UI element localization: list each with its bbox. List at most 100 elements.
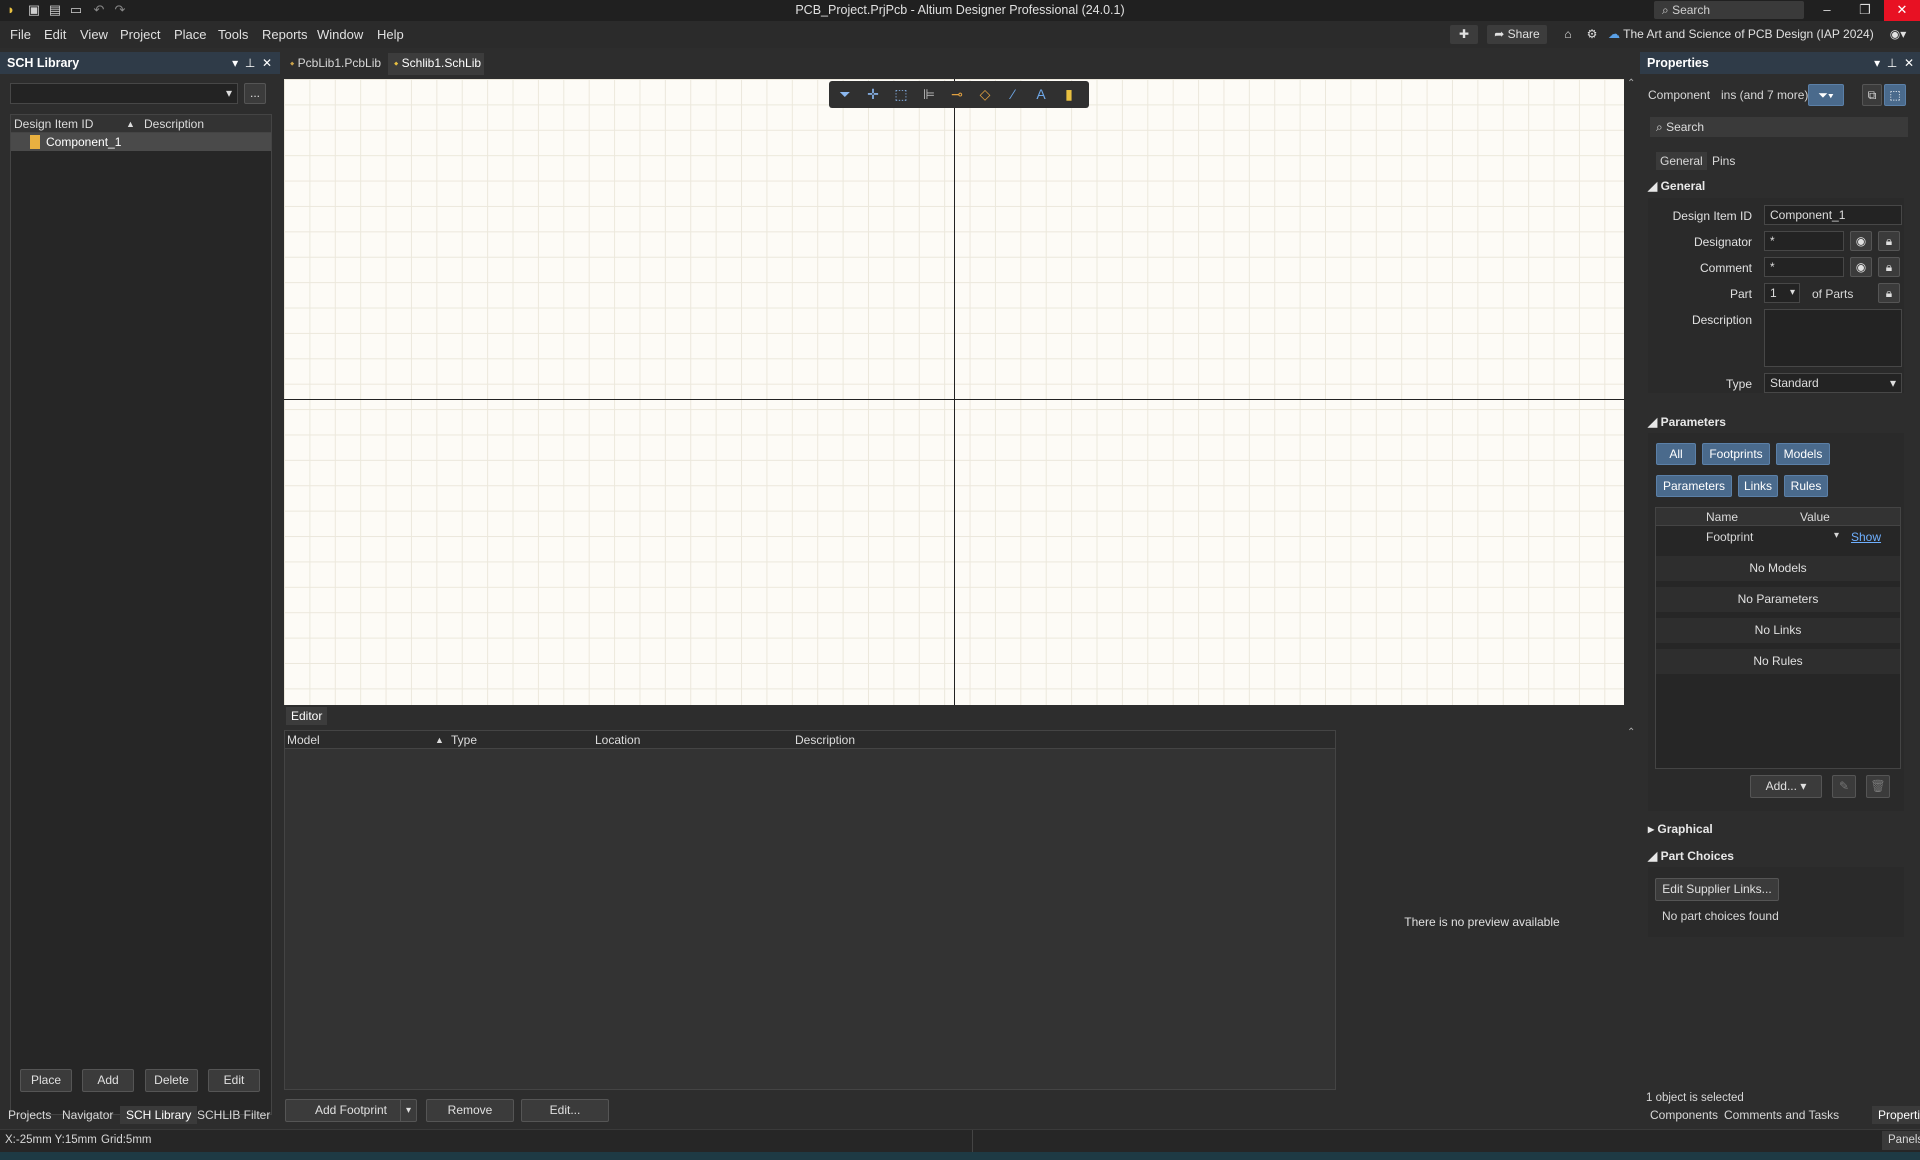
design-item-id-field[interactable]: Component_1 bbox=[1764, 205, 1902, 225]
description-field[interactable] bbox=[1764, 309, 1902, 367]
filter-icon[interactable]: ⏷ bbox=[835, 85, 855, 103]
menu-place[interactable]: Place bbox=[174, 27, 207, 42]
filter-icon[interactable]: ⏷▾ bbox=[1808, 84, 1844, 106]
col-value[interactable]: Value bbox=[1800, 508, 1830, 526]
place-ieee-icon[interactable]: ◇ bbox=[975, 85, 995, 103]
tab-pcblib[interactable]: ⬩ PcbLib1.PcbLib bbox=[284, 53, 386, 75]
close-button[interactable]: ✕ bbox=[1884, 0, 1920, 21]
align-icon[interactable]: ⊫ bbox=[919, 85, 939, 103]
workspace-selector[interactable]: ☁ The Art and Science of PCB Design (IAP… bbox=[1608, 25, 1902, 44]
list-item[interactable]: Component_1 bbox=[11, 133, 271, 151]
menu-window[interactable]: Window bbox=[317, 27, 363, 42]
place-text-icon[interactable]: A bbox=[1031, 85, 1051, 103]
menu-view[interactable]: View bbox=[80, 27, 108, 42]
add-button[interactable]: Add bbox=[82, 1069, 134, 1092]
chevron-down-icon[interactable]: ▾ bbox=[1834, 530, 1839, 541]
home-icon[interactable]: ⌂ bbox=[1555, 25, 1581, 44]
col-design-item-id[interactable]: Design Item ID bbox=[14, 115, 93, 133]
tab-properties[interactable]: Properties bbox=[1872, 1106, 1920, 1124]
tab-navigator[interactable]: Navigator bbox=[56, 1106, 119, 1124]
menu-tools[interactable]: Tools bbox=[218, 27, 248, 42]
part-choices-section-header[interactable]: ◢ Part Choices bbox=[1648, 849, 1734, 863]
place-line-icon[interactable]: ⁄ bbox=[1003, 85, 1023, 103]
tab-schlib-filter[interactable]: SCHLIB Filter bbox=[191, 1106, 276, 1124]
param-filter-links[interactable]: Links bbox=[1738, 475, 1778, 497]
param-filter-rules[interactable]: Rules bbox=[1784, 475, 1828, 497]
param-filter-models[interactable]: Models bbox=[1776, 443, 1830, 465]
filter-options-button[interactable]: ... bbox=[244, 83, 266, 104]
general-section-header[interactable]: ◢ General bbox=[1648, 179, 1705, 193]
place-button[interactable]: Place bbox=[20, 1069, 72, 1092]
collapse-editor-icon[interactable]: ⌃ bbox=[1627, 727, 1639, 739]
gear-icon[interactable]: ⚙ bbox=[1581, 25, 1603, 44]
add-part-icon[interactable]: ▮ bbox=[1059, 85, 1079, 103]
close-panel-icon[interactable]: ✕ bbox=[1904, 56, 1914, 70]
trash-icon[interactable]: 🗑︎ bbox=[1866, 775, 1890, 798]
param-filter-all[interactable]: All bbox=[1656, 443, 1696, 465]
delete-button[interactable]: Delete bbox=[145, 1069, 198, 1092]
param-filter-footprints[interactable]: Footprints bbox=[1702, 443, 1770, 465]
collapse-up-icon[interactable]: ⌃ bbox=[1627, 78, 1639, 90]
menu-edit[interactable]: Edit bbox=[44, 27, 66, 42]
schematic-canvas[interactable]: ⏷ ✛ ⬚ ⊫ ⊸ ◇ ⁄ A ▮ bbox=[284, 79, 1624, 705]
panel-menu-icon[interactable]: ▾ bbox=[1874, 56, 1880, 70]
menu-project[interactable]: Project bbox=[120, 27, 160, 42]
move-icon[interactable]: ✛ bbox=[863, 85, 883, 103]
param-filter-parameters[interactable]: Parameters bbox=[1656, 475, 1732, 497]
edit-model-button[interactable]: Edit... bbox=[521, 1099, 609, 1122]
tab-editor[interactable]: Editor bbox=[286, 707, 328, 725]
table-row[interactable]: Footprint ▾ Show bbox=[1656, 526, 1900, 548]
show-link[interactable]: Show bbox=[1851, 530, 1881, 544]
properties-search[interactable]: ⌕ Search bbox=[1650, 117, 1908, 137]
notifications-icon[interactable]: ✚ bbox=[1450, 25, 1478, 44]
designator-field[interactable]: * bbox=[1764, 231, 1844, 251]
tab-components[interactable]: Components bbox=[1644, 1106, 1724, 1124]
select-mode-icon[interactable]: ⬚ bbox=[1884, 84, 1906, 106]
col-description[interactable]: Description bbox=[144, 115, 204, 133]
add-parameter-button[interactable]: Add... ▾ bbox=[1750, 775, 1822, 798]
restore-button[interactable]: ❐ bbox=[1846, 0, 1884, 21]
tab-comments-tasks[interactable]: Comments and Tasks bbox=[1718, 1106, 1845, 1124]
edit-supplier-links-button[interactable]: Edit Supplier Links... bbox=[1655, 878, 1779, 901]
add-footprint-button[interactable]: Add Footprint ▾ bbox=[285, 1099, 417, 1122]
user-icon[interactable]: ◉▾ bbox=[1880, 25, 1916, 44]
global-search[interactable]: ⌕ Search bbox=[1654, 1, 1804, 19]
share-button[interactable]: ➦ Share bbox=[1487, 25, 1547, 44]
library-filter-input[interactable]: ▾ bbox=[10, 83, 238, 104]
col-name[interactable]: Name bbox=[1706, 508, 1738, 526]
pin-icon[interactable]: ⊥ bbox=[1887, 56, 1897, 70]
pin-icon[interactable]: ⊥ bbox=[245, 56, 255, 70]
place-pin-icon[interactable]: ⊸ bbox=[947, 85, 967, 103]
lock-icon[interactable]: 🔒︎ bbox=[1878, 257, 1900, 277]
menu-reports[interactable]: Reports bbox=[262, 27, 308, 42]
lock-icon[interactable]: 🔒︎ bbox=[1878, 231, 1900, 251]
tab-schlib[interactable]: ⬩ Schlib1.SchLib bbox=[388, 53, 484, 75]
tab-sch-library[interactable]: SCH Library bbox=[120, 1106, 198, 1124]
menu-file[interactable]: File bbox=[10, 27, 31, 42]
minimize-button[interactable]: – bbox=[1808, 0, 1846, 21]
close-panel-icon[interactable]: ✕ bbox=[262, 56, 272, 70]
tab-projects[interactable]: Projects bbox=[2, 1106, 57, 1124]
type-select[interactable]: Standard ▾ bbox=[1764, 373, 1902, 393]
panels-button[interactable]: Panels bbox=[1882, 1131, 1920, 1150]
lock-icon[interactable]: 🔒︎ bbox=[1878, 283, 1900, 303]
comment-field[interactable]: * bbox=[1764, 257, 1844, 277]
chevron-down-icon[interactable]: ▾ bbox=[400, 1100, 416, 1121]
col-location[interactable]: Location bbox=[595, 731, 640, 749]
copy-icon[interactable]: ⧉ bbox=[1862, 84, 1882, 106]
select-icon[interactable]: ⬚ bbox=[891, 85, 911, 103]
edit-button[interactable]: Edit bbox=[208, 1069, 260, 1092]
tab-pins[interactable]: Pins bbox=[1712, 152, 1735, 170]
panel-menu-icon[interactable]: ▾ bbox=[232, 56, 238, 70]
part-field[interactable]: 1 ▾ bbox=[1764, 283, 1800, 303]
col-description[interactable]: Description bbox=[795, 731, 855, 749]
col-model[interactable]: Model bbox=[287, 731, 320, 749]
graphical-section-header[interactable]: ▸ Graphical bbox=[1648, 822, 1713, 836]
pencil-icon[interactable]: ✎ bbox=[1832, 775, 1856, 798]
col-type[interactable]: Type bbox=[451, 731, 477, 749]
menu-help[interactable]: Help bbox=[377, 27, 404, 42]
parameters-section-header[interactable]: ◢ Parameters bbox=[1648, 415, 1726, 429]
tab-general[interactable]: General bbox=[1656, 152, 1707, 170]
remove-button[interactable]: Remove bbox=[426, 1099, 514, 1122]
eye-icon[interactable]: ◉ bbox=[1850, 231, 1872, 251]
